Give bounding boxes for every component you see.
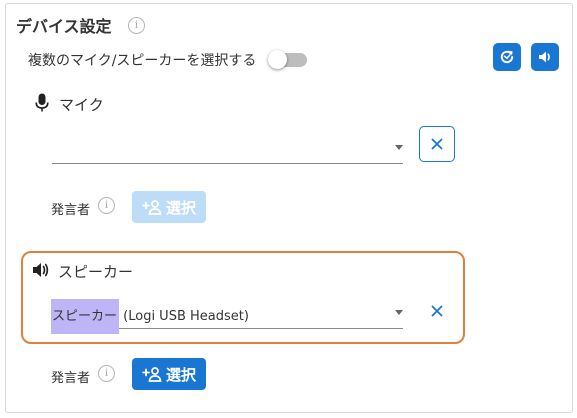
volume-icon [539, 51, 550, 63]
close-icon [431, 305, 443, 317]
chevron-down-icon [395, 310, 403, 315]
microphone-select-speaker-button[interactable]: 選択 [132, 191, 206, 223]
clear-speaker-button[interactable] [425, 299, 449, 323]
speaker-icon [33, 263, 49, 277]
speaker-select[interactable]: スピーカー (Logi USB Headset) [51, 299, 403, 334]
add-user-icon [142, 200, 162, 215]
add-user-icon [142, 367, 162, 382]
info-icon[interactable]: i [128, 17, 145, 34]
speaker-select-value: スピーカー (Logi USB Headset) [51, 299, 249, 334]
close-icon [431, 138, 443, 150]
microphone-select[interactable] [52, 135, 403, 164]
microphone-select-button-label: 選択 [165, 198, 196, 217]
chevron-down-icon [395, 145, 403, 150]
multi-select-toggle[interactable] [268, 50, 307, 69]
speaker-label: スピーカー [58, 263, 134, 281]
toggle-knob [268, 50, 287, 69]
multi-select-label: 複数のマイク/スピーカーを選択する [28, 53, 257, 69]
speaker-select-speaker-button[interactable]: 選択 [132, 358, 206, 390]
microphone-label: マイク [59, 96, 104, 114]
volume-button[interactable] [531, 43, 559, 71]
refresh-button[interactable] [493, 43, 521, 71]
microphone-icon [35, 93, 49, 112]
clear-microphone-button[interactable] [419, 126, 455, 162]
speaker-select-value-highlighted: スピーカー [51, 299, 120, 334]
info-icon[interactable]: i [98, 197, 115, 214]
speaker-select-value-rest: (Logi USB Headset) [119, 309, 249, 324]
page-title: デバイス設定 [16, 17, 112, 36]
speaker-select-button-label: 選択 [165, 365, 196, 384]
refresh-icon [500, 50, 514, 64]
microphone-speaker-label: 発言者 [51, 203, 91, 218]
info-icon[interactable]: i [98, 365, 115, 382]
speaker-speaker-label: 発言者 [51, 371, 91, 386]
